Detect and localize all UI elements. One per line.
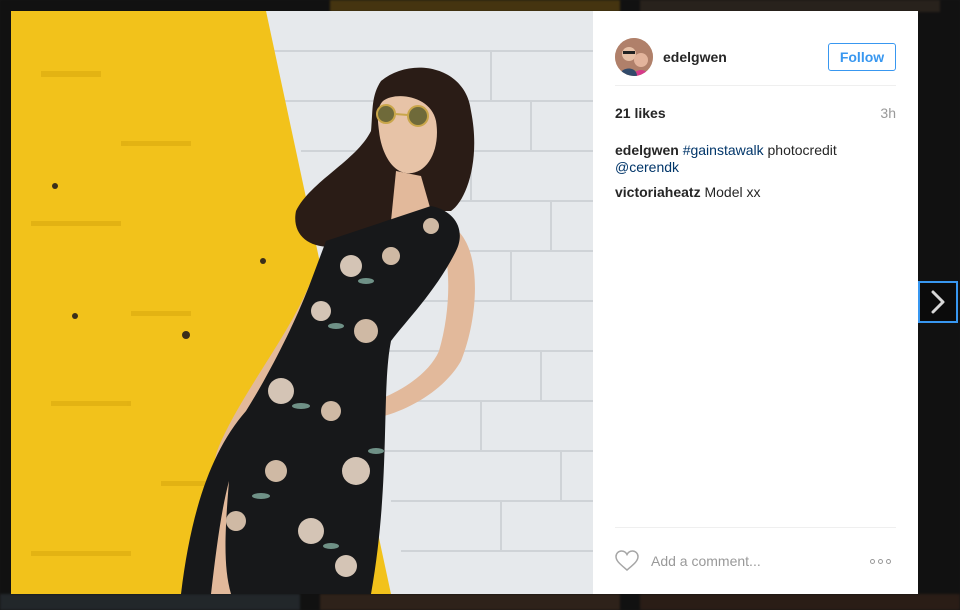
comment-footer [615,527,896,594]
avatar[interactable] [615,38,653,76]
photo-illustration [11,11,593,594]
more-dot [870,558,875,564]
comment-username[interactable]: victoriaheatz [615,184,701,200]
avatar-image [615,38,653,76]
post-sidebar: edelgwen Follow 21 likes 3h edelgwen #ga… [593,11,918,594]
more-dot [886,558,891,564]
post-header: edelgwen Follow [615,29,896,86]
post-photo[interactable] [11,11,593,594]
comment-hashtag[interactable]: #gainstawalk [683,142,764,158]
header-username[interactable]: edelgwen [663,49,727,65]
likes-count[interactable]: 21 likes [615,105,666,121]
chevron-right-icon [931,290,945,314]
comment-mention[interactable]: @cerendk [615,159,679,175]
post-modal: edelgwen Follow 21 likes 3h edelgwen #ga… [11,11,918,594]
next-post-button[interactable] [918,281,958,323]
comment-text: photocredit [763,142,837,158]
more-options-icon[interactable] [870,557,896,565]
comment-item: edelgwen #gainstawalk photocredit @ceren… [615,142,896,176]
heart-icon[interactable] [615,550,639,572]
more-dot [878,558,883,564]
comment-item: victoriaheatz Model xx [615,184,896,201]
post-timestamp[interactable]: 3h [880,105,896,121]
follow-button[interactable]: Follow [828,43,896,71]
comment-input[interactable] [649,552,870,570]
comments-list: edelgwen #gainstawalk photocredit @ceren… [615,142,896,209]
post-meta: 21 likes 3h [615,105,896,121]
comment-username[interactable]: edelgwen [615,142,679,158]
comment-text: Model xx [700,184,761,200]
